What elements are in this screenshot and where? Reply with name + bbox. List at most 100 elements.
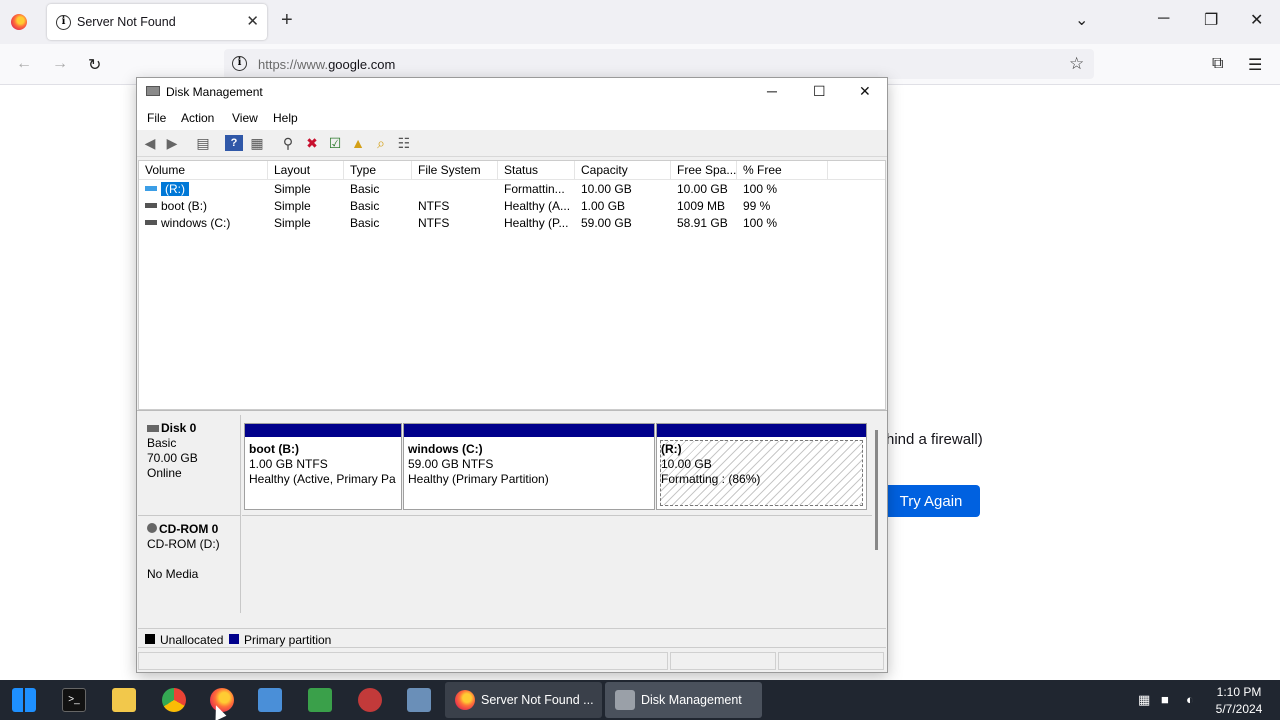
taskbar-firefox-window[interactable]: Server Not Found ... <box>445 682 602 718</box>
dm-window-title: Disk Management <box>166 85 263 99</box>
status-cell: Healthy (P... <box>504 216 569 230</box>
forward-icon[interactable]: ▶ <box>163 135 181 151</box>
terminal-icon[interactable]: >_ <box>62 688 86 712</box>
spreadsheet-icon[interactable] <box>308 688 332 712</box>
task-label: Disk Management <box>641 693 742 707</box>
legend-primary: Primary partition <box>244 633 332 647</box>
status-seg-1 <box>138 652 668 670</box>
partition-name: windows (C:) <box>408 442 483 456</box>
site-info-icon[interactable]: i <box>232 56 247 71</box>
partition-r[interactable]: (R:) 10.00 GB Formatting : (86%) <box>656 423 867 510</box>
paint-icon[interactable] <box>358 688 382 712</box>
col-header-status[interactable]: Status <box>498 161 575 180</box>
url-text[interactable]: https://www.google.com <box>258 57 395 72</box>
new-tab-button[interactable]: + <box>281 9 293 32</box>
menu-action[interactable]: Action <box>181 111 214 125</box>
notepad-icon[interactable] <box>258 688 282 712</box>
drive-icon <box>145 220 157 225</box>
col-header-capacity[interactable]: Capacity <box>575 161 671 180</box>
error-message-text: hind a firewall) <box>886 431 983 448</box>
folder-up-icon[interactable]: ▲ <box>349 135 367 151</box>
back-arrow-icon[interactable]: ← <box>16 55 32 73</box>
taskbar: >_ Server Not Found ... Disk Management … <box>0 680 1280 720</box>
check-icon[interactable]: ☑ <box>326 135 344 151</box>
type-cell: Basic <box>350 199 380 213</box>
cdrom-0-label[interactable]: CD-ROM 0 CD-ROM (D:) No Media <box>138 515 241 613</box>
network-icon[interactable]: ▦ <box>1138 692 1150 708</box>
extensions-icon[interactable]: ⧉ <box>1212 55 1223 73</box>
partition-status: Formatting : (86%) <box>661 472 761 486</box>
table-row[interactable]: boot (B:) Simple Basic NTFS Healthy (A..… <box>139 198 885 215</box>
start-windows-icon[interactable] <box>12 688 36 712</box>
col-header-filesystem[interactable]: File System <box>412 161 498 180</box>
task-label: Server Not Found ... <box>481 693 594 707</box>
console-tree-icon[interactable]: ▤ <box>194 135 212 151</box>
partition-status: Healthy (Active, Primary Pa <box>249 472 396 486</box>
browser-tab-bar: i Server Not Found ✕ + ⌄ ─ ❐ ✕ <box>0 0 1280 44</box>
browser-maximize-button[interactable]: ❐ <box>1204 10 1218 30</box>
menu-file[interactable]: File <box>147 111 166 125</box>
col-header-type[interactable]: Type <box>344 161 412 180</box>
dm-minimize-button[interactable]: ─ <box>767 83 777 99</box>
info-icon: i <box>56 15 71 30</box>
browser-close-button[interactable]: ✕ <box>1250 10 1263 30</box>
volume-cell: windows (C:) <box>139 215 268 232</box>
partition-bar <box>404 424 654 437</box>
legend-swatch-unallocated <box>145 634 155 644</box>
table-row[interactable]: (R:) Simple Basic Formattin... 10.00 GB … <box>139 181 885 198</box>
dm-maximize-button[interactable]: ☐ <box>813 83 826 100</box>
browser-minimize-button[interactable]: ─ <box>1158 10 1169 28</box>
properties-icon[interactable]: ▦ <box>248 135 266 151</box>
dm-toolbar: ◀ ▶ ▤ ? ▦ ⚲ ✖ ☑ ▲ ⌕ ☷ <box>137 130 887 157</box>
hamburger-menu-icon[interactable]: ☰ <box>1248 55 1262 75</box>
percent-free-cell: 100 % <box>743 216 778 230</box>
bookmark-star-icon[interactable]: ☆ <box>1069 54 1084 74</box>
taskbar-disk-management-window[interactable]: Disk Management <box>605 682 762 718</box>
browser-tab[interactable]: i Server Not Found ✕ <box>47 4 267 40</box>
color-app-icon[interactable]: ■ <box>1161 692 1169 707</box>
menu-view[interactable]: View <box>232 111 258 125</box>
menu-help[interactable]: Help <box>273 111 298 125</box>
folder-search-icon[interactable]: ⌕ <box>372 135 390 151</box>
clock-time: 1:10 PM <box>1216 685 1262 699</box>
table-row[interactable]: windows (C:) Simple Basic NTFS Healthy (… <box>139 215 885 232</box>
disk-0-label[interactable]: Disk 0 Basic 70.00 GB Online <box>138 415 241 515</box>
tab-close-button[interactable]: ✕ <box>246 12 259 30</box>
dm-title-bar[interactable]: Disk Management ─ ☐ ✕ <box>137 78 887 106</box>
speaker-icon[interactable]: ◐ <box>1186 692 1194 707</box>
col-header-free-space[interactable]: Free Spa... <box>671 161 737 180</box>
dm-close-button[interactable]: ✕ <box>859 83 871 100</box>
system-clock[interactable]: 1:10 PM 5/7/2024 <box>1205 684 1273 718</box>
calculator-icon[interactable] <box>407 688 431 712</box>
tab-title: Server Not Found <box>77 15 176 29</box>
partition-boot[interactable]: boot (B:) 1.00 GB NTFS Healthy (Active, … <box>244 423 402 510</box>
disk-0-state: Online <box>147 466 182 480</box>
partition-status: Healthy (Primary Partition) <box>408 472 549 486</box>
forward-arrow-icon[interactable]: → <box>52 55 68 73</box>
firefox-logo-icon[interactable] <box>11 14 27 30</box>
help-icon[interactable]: ? <box>225 135 243 151</box>
partition-windows[interactable]: windows (C:) 59.00 GB NTFS Healthy (Prim… <box>403 423 655 510</box>
settings-list-icon[interactable]: ☷ <box>395 135 413 151</box>
col-header-percent-free[interactable]: % Free <box>737 161 828 180</box>
reload-icon[interactable]: ↻ <box>88 55 101 75</box>
file-explorer-icon[interactable] <box>112 688 136 712</box>
firefox-icon <box>455 690 475 710</box>
partition-name: (R:) <box>661 442 682 456</box>
try-again-button[interactable]: Try Again <box>882 485 980 517</box>
percent-free-cell: 99 % <box>743 199 771 213</box>
percent-free-cell: 100 % <box>743 182 778 196</box>
col-header-volume[interactable]: Volume <box>139 161 268 180</box>
cdrom-empty-area <box>242 515 872 613</box>
url-bar[interactable]: i https://www.google.com ☆ <box>224 49 1094 79</box>
graph-scrollbar[interactable] <box>875 430 878 550</box>
col-header-layout[interactable]: Layout <box>268 161 344 180</box>
capacity-cell: 10.00 GB <box>581 182 632 196</box>
tab-list-chevron-icon[interactable]: ⌄ <box>1075 10 1088 30</box>
delete-icon[interactable]: ✖ <box>303 135 321 151</box>
back-icon[interactable]: ◀ <box>141 135 159 151</box>
connect-drive-icon[interactable]: ⚲ <box>279 135 297 151</box>
volume-list-header: Volume Layout Type File System Status Ca… <box>139 161 885 180</box>
chrome-icon[interactable] <box>162 688 186 712</box>
volume-cell: boot (B:) <box>139 198 268 215</box>
